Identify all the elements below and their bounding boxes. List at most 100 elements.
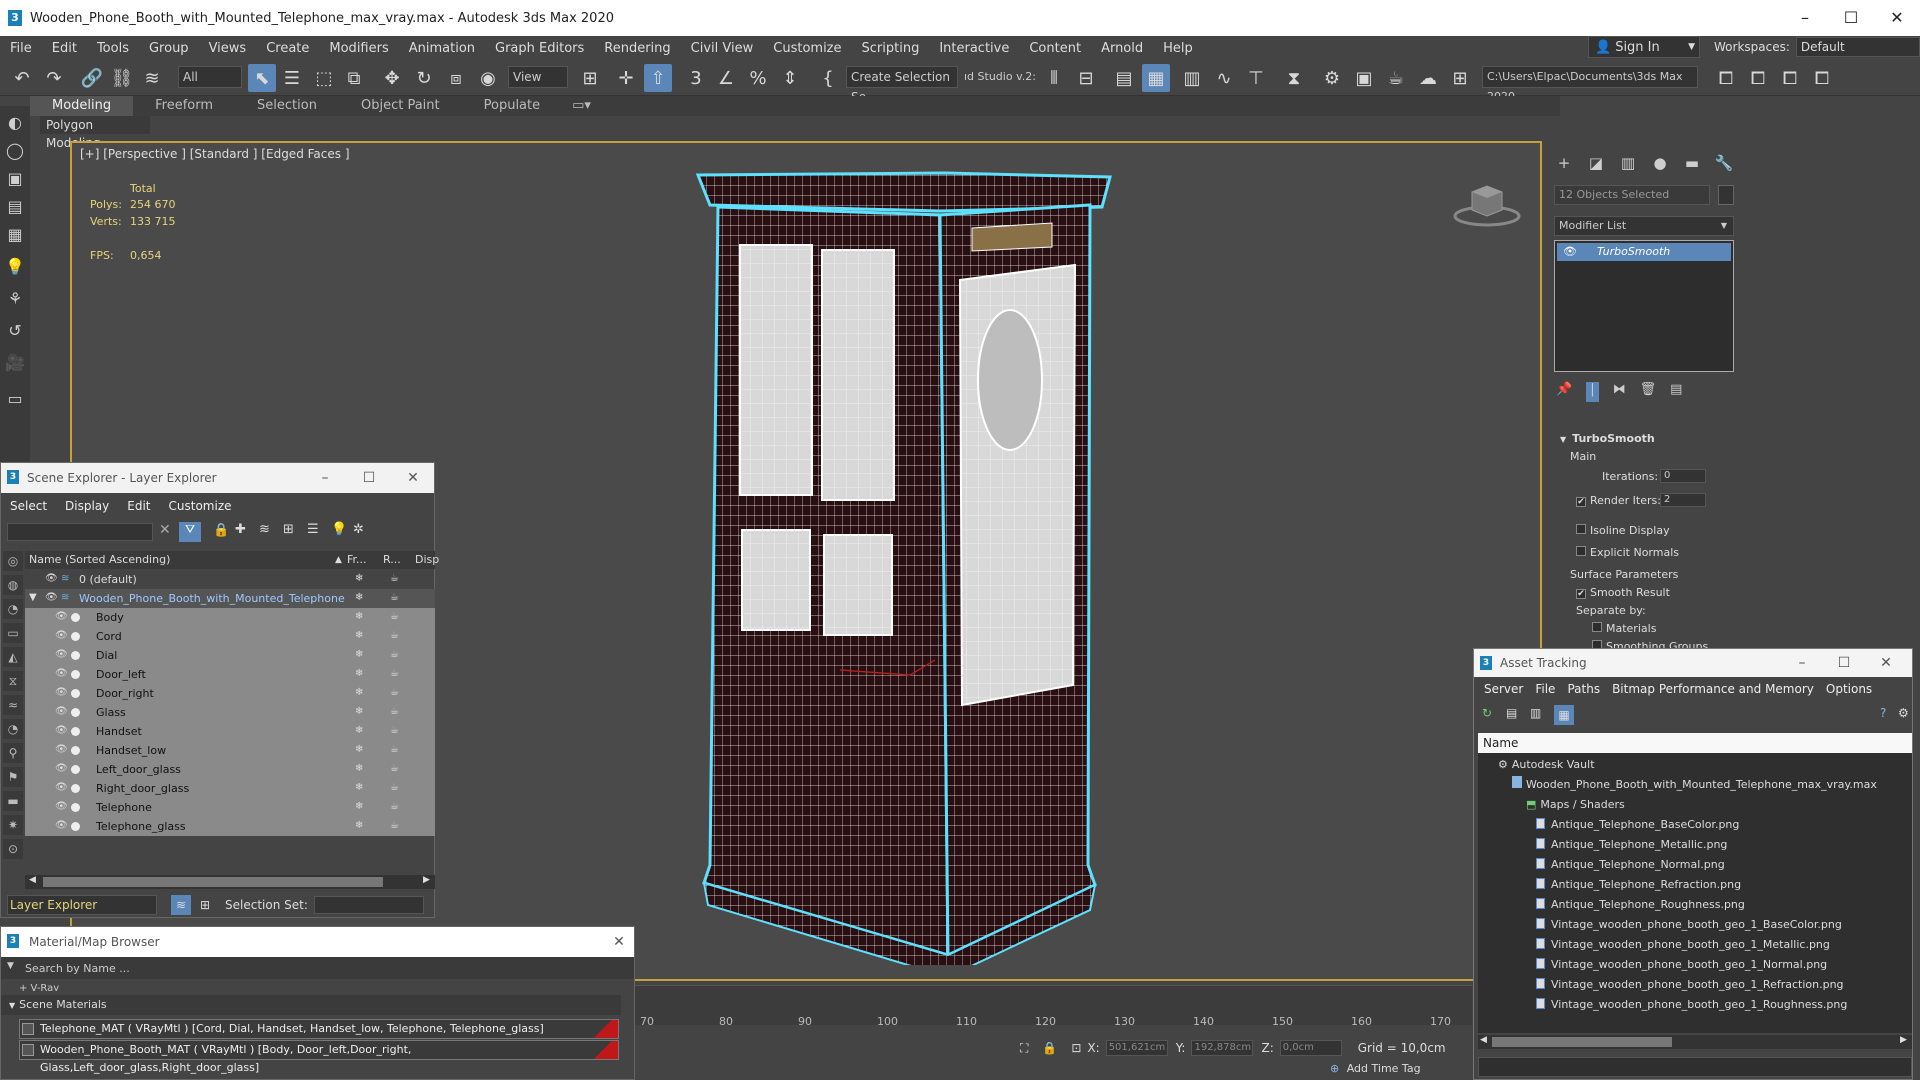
scroll-thumb[interactable] bbox=[1492, 1037, 1672, 1047]
viewcube-icon[interactable] bbox=[1452, 178, 1522, 228]
list-item[interactable]: Antique_Telephone_Normal.png bbox=[1536, 855, 1725, 875]
filter-icon[interactable]: ⛛ bbox=[179, 522, 201, 542]
redo-icon[interactable]: ↷ bbox=[40, 64, 68, 92]
object-color-swatch[interactable] bbox=[1718, 185, 1734, 205]
absolute-mode-icon[interactable]: ⊡ bbox=[1071, 1041, 1081, 1055]
eye-icon[interactable]: 👁 bbox=[55, 820, 69, 832]
render-cloud-icon[interactable]: ☁ bbox=[1414, 64, 1442, 92]
display-bones-icon[interactable]: ⚑ bbox=[3, 767, 23, 787]
systems-icon[interactable]: 🎥 bbox=[4, 352, 26, 374]
motion-tab-icon[interactable]: ● bbox=[1649, 152, 1671, 174]
align-icon[interactable]: ⊟ bbox=[1072, 64, 1100, 92]
close-button[interactable]: ✕ bbox=[601, 927, 637, 957]
find-input[interactable] bbox=[7, 523, 153, 541]
iterations-spinner[interactable]: 0 bbox=[1660, 469, 1706, 483]
scroll-left-icon[interactable]: ◀ bbox=[1480, 1035, 1487, 1045]
scroll-right-icon[interactable]: ▶ bbox=[423, 875, 430, 885]
explicit-normals-checkbox[interactable] bbox=[1576, 546, 1586, 556]
column-freeze[interactable]: Fr... bbox=[347, 551, 367, 569]
list-item[interactable]: Antique_Telephone_Refraction.png bbox=[1536, 875, 1741, 895]
create-tab-icon[interactable]: + bbox=[1553, 152, 1575, 174]
selection-set-dropdown[interactable] bbox=[313, 896, 424, 914]
hierarchy-tab-icon[interactable]: ▥ bbox=[1617, 152, 1639, 174]
settings-icon[interactable]: ✲ bbox=[353, 522, 364, 537]
vault-row[interactable]: ⚙ Autodesk Vault bbox=[1498, 755, 1595, 775]
phone-booth-model[interactable] bbox=[690, 165, 1120, 965]
eye-icon[interactable]: 👁 bbox=[45, 573, 59, 585]
modifier-stack-item[interactable]: 👁 TurboSmooth bbox=[1557, 243, 1731, 261]
display-particles-icon[interactable]: ✷ bbox=[3, 815, 23, 835]
max-file-row[interactable]: Wooden_Phone_Booth_with_Mounted_Telephon… bbox=[1512, 775, 1877, 795]
scroll-left-icon[interactable]: ◀ bbox=[29, 875, 36, 885]
motion-icon[interactable]: ▤ bbox=[4, 196, 26, 218]
stack-icon[interactable]: ☰ bbox=[307, 522, 319, 537]
render-iters-checkbox[interactable]: ✔ bbox=[1576, 497, 1586, 507]
pivot-icon[interactable]: ⊞ bbox=[576, 64, 604, 92]
selection-filter-dropdown[interactable]: All bbox=[178, 66, 242, 88]
display-none-icon[interactable]: ◎ bbox=[3, 551, 23, 571]
scene-explorer-icon[interactable]: ▤ bbox=[1110, 64, 1138, 92]
render-icon[interactable]: ☕ bbox=[390, 820, 399, 831]
layers-icon[interactable]: ≋ bbox=[259, 522, 270, 537]
freeze-icon[interactable]: ❄ bbox=[355, 668, 363, 679]
make-unique-icon[interactable]: ⧓ bbox=[1613, 382, 1626, 402]
percent-snap-icon[interactable]: % bbox=[744, 64, 772, 92]
materials-checkbox[interactable] bbox=[1592, 622, 1602, 632]
link-icon[interactable]: 🔗 bbox=[78, 64, 106, 92]
modifier-stack[interactable]: 👁 TurboSmooth bbox=[1554, 240, 1734, 372]
render-iterative-icon[interactable]: ⊞ bbox=[1446, 64, 1474, 92]
table-row[interactable]: 👁 Handset ❄ ☕ bbox=[25, 722, 435, 741]
turbosmooth-rollout-title[interactable]: ▼ TurboSmooth bbox=[1560, 432, 1655, 445]
mirror-icon[interactable]: ⫴ bbox=[1040, 64, 1068, 92]
close-button[interactable]: ✕ bbox=[1874, 0, 1920, 36]
list-item[interactable]: Vintage_wooden_phone_booth_geo_1_Normal.… bbox=[1536, 955, 1827, 975]
menu-options[interactable]: Options bbox=[1820, 682, 1878, 696]
eye-icon[interactable]: 👁 bbox=[55, 744, 69, 756]
eye-icon[interactable]: 👁 bbox=[55, 706, 69, 718]
freeze-icon[interactable]: ❄ bbox=[355, 725, 363, 736]
eye-icon[interactable]: 👁 bbox=[55, 611, 69, 623]
tab-object-paint[interactable]: Object Paint bbox=[339, 96, 462, 116]
column-display[interactable]: Disp bbox=[415, 551, 439, 569]
freeze-icon[interactable]: ❄ bbox=[355, 782, 363, 793]
display-spacewarps-icon[interactable]: ≈ bbox=[3, 695, 23, 715]
freeze-icon[interactable]: ❄ bbox=[355, 687, 363, 698]
tab-freeform[interactable]: Freeform bbox=[133, 96, 235, 116]
remove-modifier-icon[interactable]: 🗑 bbox=[1640, 382, 1657, 402]
maximize-button[interactable]: ☐ bbox=[351, 463, 387, 493]
freeze-icon[interactable]: ❄ bbox=[355, 801, 363, 812]
menu-customize[interactable]: Customize bbox=[763, 41, 851, 56]
material-row-booth[interactable]: Wooden_Phone_Booth_MAT ( VRayMtl ) [Body… bbox=[19, 1040, 619, 1074]
eye-icon[interactable]: 👁 bbox=[55, 668, 69, 680]
menu-display[interactable]: Display bbox=[56, 499, 118, 513]
hierarchy-toggle-icon[interactable]: ⊞ bbox=[195, 898, 215, 912]
table-row[interactable]: 👁 Door_right ❄ ☕ bbox=[25, 684, 435, 703]
object-name-field[interactable]: 12 Objects Selected bbox=[1554, 185, 1710, 205]
freeze-icon[interactable]: ❄ bbox=[355, 573, 363, 584]
scene-explorer-titlebar[interactable]: 3 Scene Explorer - Layer Explorer – ☐ ✕ bbox=[1, 463, 434, 493]
maximize-button[interactable]: ☐ bbox=[1826, 649, 1862, 677]
camera-icon[interactable]: ⚘ bbox=[4, 288, 26, 310]
menu-modifiers[interactable]: Modifiers bbox=[319, 41, 398, 56]
utilities-tab-icon[interactable]: 🔧 bbox=[1713, 152, 1735, 174]
list-item[interactable]: Antique_Telephone_Roughness.png bbox=[1536, 895, 1745, 915]
display-helpers-icon[interactable]: ⧖ bbox=[3, 671, 23, 691]
scroll-right-icon[interactable]: ▶ bbox=[1900, 1035, 1907, 1045]
column-render[interactable]: R... bbox=[383, 551, 401, 569]
ribbon-options-icon[interactable]: ▭▾ bbox=[562, 96, 601, 116]
render-icon[interactable]: ☕ bbox=[390, 611, 399, 622]
render-icon[interactable]: ☕ bbox=[390, 801, 399, 812]
eye-icon[interactable]: 👁 bbox=[55, 687, 69, 699]
rotate-icon[interactable]: ↻ bbox=[410, 64, 438, 92]
sign-in-dropdown[interactable]: 👤 Sign In ▼ bbox=[1588, 36, 1700, 58]
table-view-icon[interactable]: ▦ bbox=[1554, 705, 1574, 725]
display-cameras-icon[interactable]: ◭ bbox=[3, 647, 23, 667]
render-icon[interactable]: ☕ bbox=[1382, 64, 1410, 92]
move-icon[interactable]: ✥ bbox=[378, 64, 406, 92]
table-row[interactable]: 👁 Telephone ❄ ☕ bbox=[25, 798, 435, 817]
render-icon[interactable]: ☕ bbox=[390, 668, 399, 679]
menu-customize[interactable]: Customize bbox=[160, 499, 241, 513]
project-icon-2[interactable]: ⧠ bbox=[1744, 64, 1772, 92]
material-browser-titlebar[interactable]: 3 Material/Map Browser ✕ bbox=[1, 927, 634, 957]
smooth-result-checkbox[interactable]: ✔ bbox=[1576, 589, 1586, 599]
